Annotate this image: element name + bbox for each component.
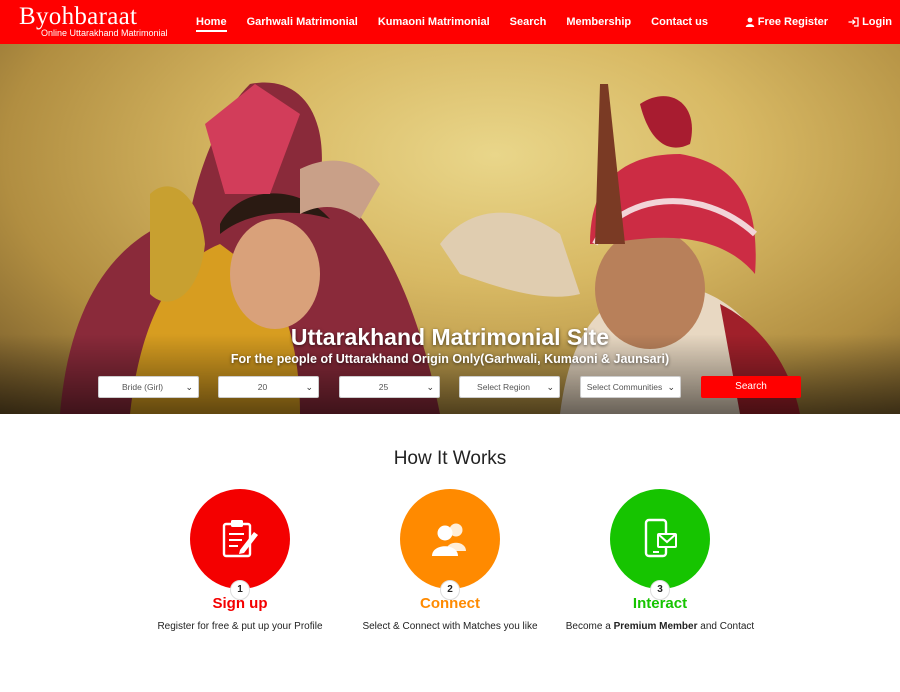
brand-name: Byohbaraat (19, 3, 138, 30)
sign-in-icon (848, 17, 859, 27)
step-connect: 2 Connect Select & Connect with Matches … (355, 489, 545, 632)
how-it-works-title: How It Works (393, 448, 507, 469)
step-description: Become a Premium Member and Contact (565, 621, 755, 632)
brand-tagline: Online Uttarakhand Matrimonial (41, 28, 168, 38)
step-connect-circle: 2 (400, 489, 500, 600)
region-value: Select Region (477, 382, 530, 392)
chevron-down-icon: ⌄ (546, 382, 554, 392)
free-register-link[interactable]: Free Register (725, 0, 828, 44)
chevron-down-icon: ⌄ (185, 382, 193, 392)
nav-kumaoni-matrimonial[interactable]: Kumaoni Matrimonial (368, 0, 500, 44)
step-desc-pre: Become a (565, 621, 614, 632)
age-from-select[interactable]: 20 ⌄ (218, 376, 319, 398)
looking-for-select[interactable]: Bride (Girl) ⌄ (98, 376, 199, 398)
mobile-message-icon (644, 518, 677, 558)
age-to-select[interactable]: 25 ⌄ (339, 376, 440, 398)
step-description: Select & Connect with Matches you like (362, 621, 538, 632)
quick-search-form: Bride (Girl) ⌄ 20 ⌄ 25 ⌄ Select Region ⌄… (0, 376, 900, 398)
step-signup: 1 Sign up Register for free & put up you… (145, 489, 335, 632)
users-icon (432, 523, 466, 556)
free-register-label: Free Register (757, 16, 829, 28)
step-interact-circle: 3 (610, 489, 710, 600)
chevron-down-icon: ⌄ (426, 382, 434, 392)
chevron-down-icon: ⌄ (305, 382, 313, 392)
premium-member-text: Premium Member (613, 621, 698, 632)
hero-title: Uttarakhand Matrimonial Site (290, 324, 610, 350)
nav-home[interactable]: Home (186, 0, 237, 44)
step-interact: 3 Interact Become a Premium Member and C… (565, 489, 755, 632)
hero-banner: Uttarakhand Matrimonial Site For the peo… (0, 44, 900, 414)
step-desc-post: and Contact (697, 621, 755, 632)
step-number: 2 (440, 580, 460, 600)
form-icon (222, 520, 258, 558)
main-menu: Home Garhwali Matrimonial Kumaoni Matrim… (186, 0, 718, 44)
login-link[interactable]: Login (828, 0, 892, 44)
step-number: 3 (650, 580, 670, 600)
search-button[interactable]: Search (701, 376, 801, 398)
nav-garhwali-matrimonial[interactable]: Garhwali Matrimonial (237, 0, 368, 44)
login-label: Login (862, 16, 892, 28)
looking-for-value: Bride (Girl) (121, 382, 164, 392)
nav-search[interactable]: Search (500, 0, 557, 44)
step-description: Register for free & put up your Profile (157, 621, 323, 632)
community-value: Select Communities (586, 382, 663, 392)
account-links: Free Register Login (725, 0, 892, 44)
hero-subtitle: For the people of Uttarakhand Origin Onl… (230, 352, 670, 366)
brand-logo[interactable]: Byohbaraat Online Uttarakhand Matrimonia… (19, 3, 168, 39)
age-to-value: 25 (378, 382, 389, 392)
top-navbar: Byohbaraat Online Uttarakhand Matrimonia… (0, 0, 900, 44)
community-select[interactable]: Select Communities ⌄ (580, 376, 681, 398)
step-number: 1 (230, 580, 250, 600)
region-select[interactable]: Select Region ⌄ (459, 376, 560, 398)
step-signup-circle: 1 (190, 489, 290, 600)
chevron-down-icon: ⌄ (667, 382, 675, 392)
age-from-value: 20 (257, 382, 268, 392)
nav-membership[interactable]: Membership (556, 0, 641, 44)
user-icon (745, 17, 754, 27)
nav-contact-us[interactable]: Contact us (641, 0, 718, 44)
